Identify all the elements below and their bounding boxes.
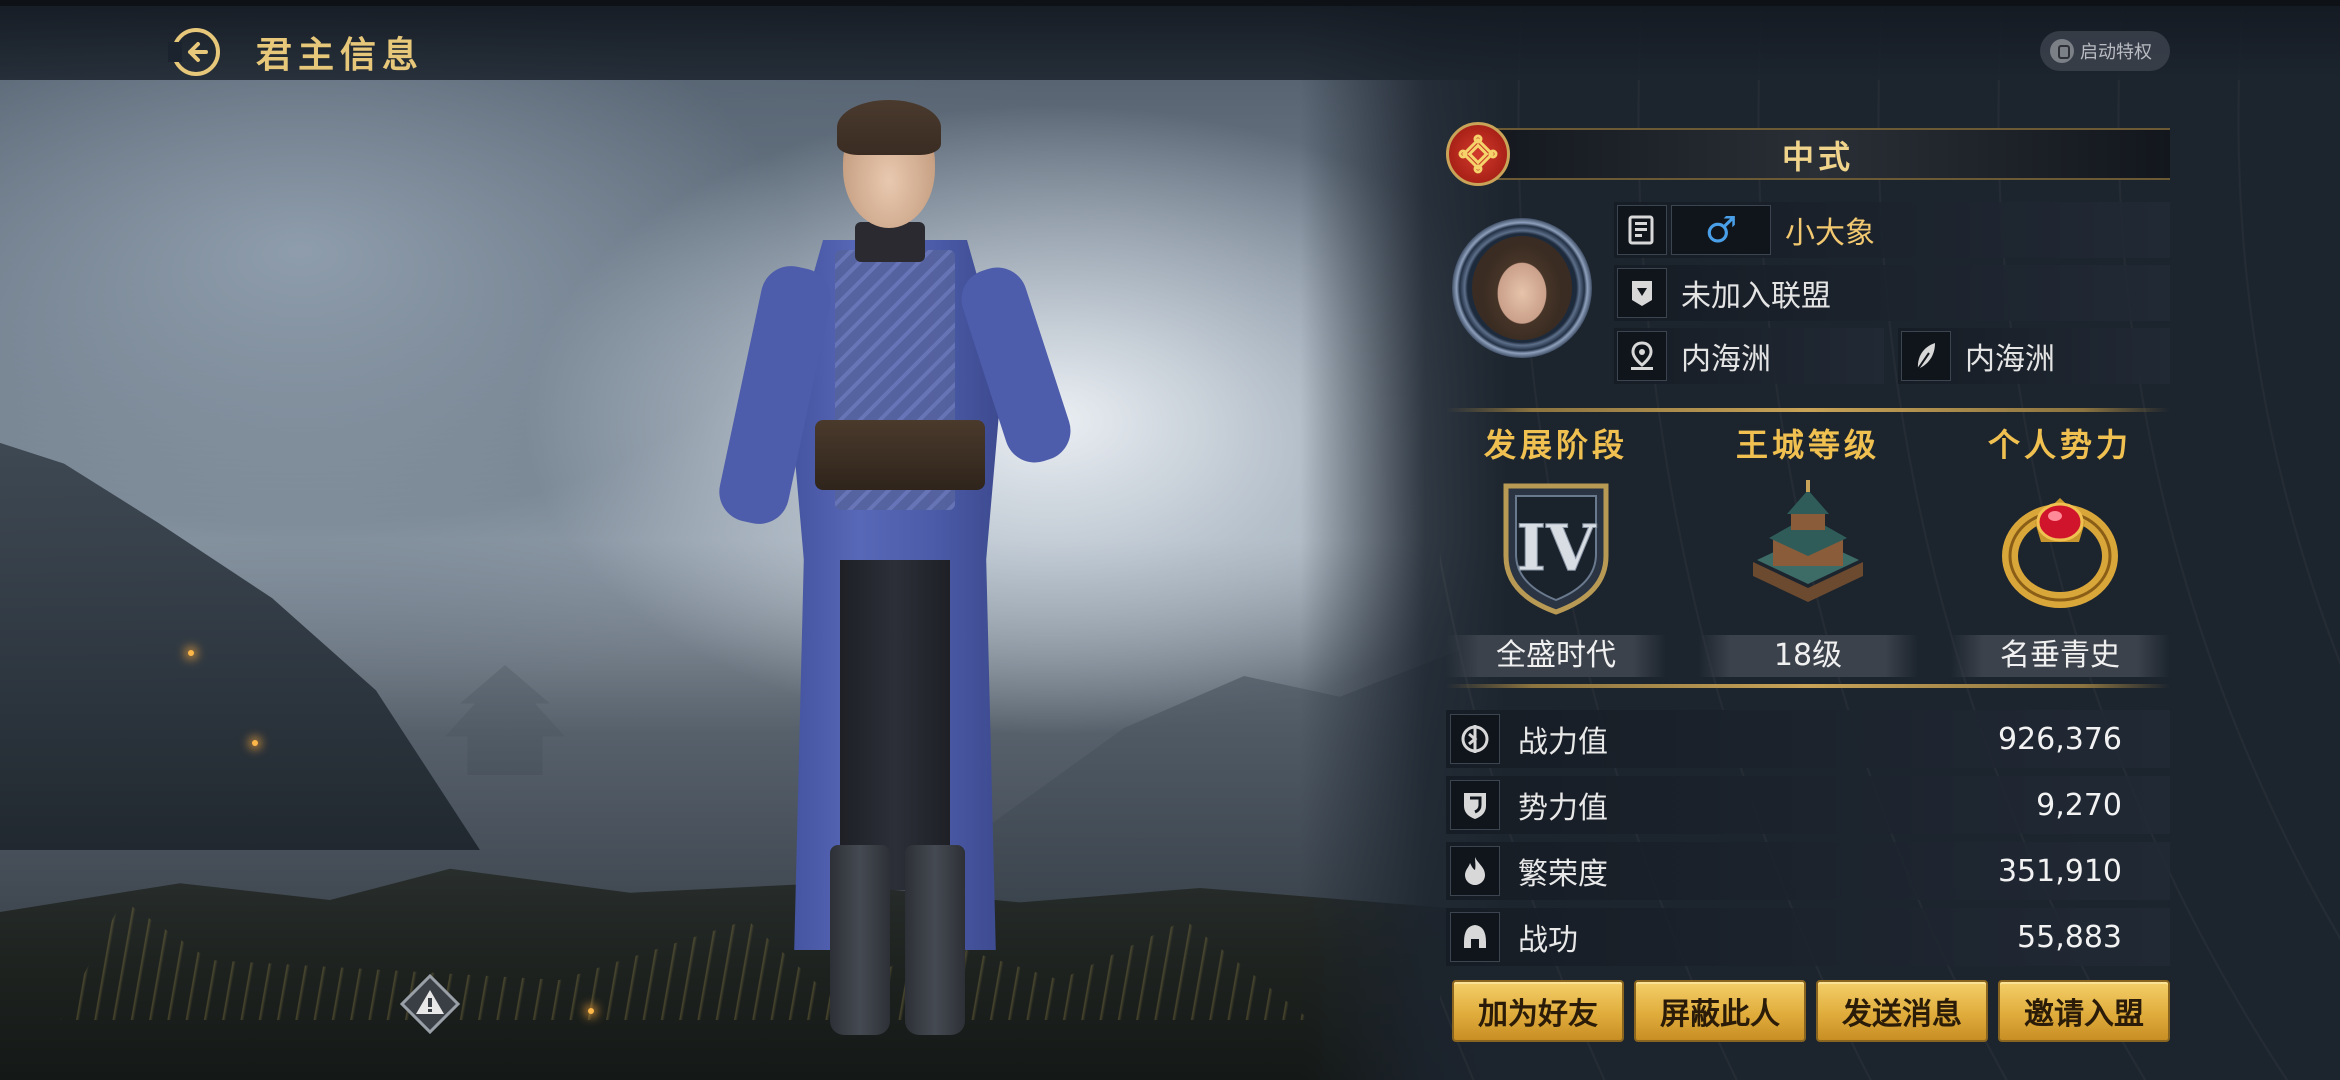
privilege-label: 启动特权 bbox=[2080, 42, 2152, 63]
ruby-ring-icon bbox=[2002, 498, 2118, 608]
metric-value: 9,270 bbox=[2036, 787, 2122, 823]
id-card-icon[interactable] bbox=[1617, 205, 1667, 255]
region-row: 内海洲 bbox=[1614, 328, 1884, 384]
chinese-knot-icon[interactable] bbox=[1446, 122, 1510, 186]
character-boot bbox=[830, 845, 890, 1035]
avatar[interactable] bbox=[1452, 218, 1592, 364]
invite-alliance-button[interactable]: 邀请入盟 bbox=[1998, 980, 2170, 1042]
origin-name: 内海洲 bbox=[1965, 342, 2055, 377]
metric-name: 势力值 bbox=[1518, 791, 1608, 826]
metric-value: 926,376 bbox=[1997, 721, 2122, 757]
location-pin-icon bbox=[1617, 331, 1667, 381]
svg-text:IV: IV bbox=[1516, 511, 1597, 586]
alliance-status: 未加入联盟 bbox=[1681, 279, 1831, 314]
culture-style-label: 中式 bbox=[1781, 138, 1854, 176]
send-message-button[interactable]: 发送消息 bbox=[1816, 980, 1988, 1042]
top-bar: 君主信息 启动特权 bbox=[0, 0, 2340, 80]
add-friend-button[interactable]: 加为好友 bbox=[1452, 980, 1624, 1042]
alliance-row: 未加入联盟 bbox=[1614, 265, 2170, 321]
stage-label: 发展阶段 bbox=[1483, 426, 1628, 464]
mountain-left bbox=[0, 430, 480, 850]
city-level-label: 王城等级 bbox=[1735, 426, 1880, 464]
personal-power-label: 个人势力 bbox=[1987, 426, 2132, 464]
personal-power-value: 名垂青史 bbox=[1950, 635, 2170, 677]
flame-icon bbox=[1450, 846, 1500, 896]
player-name: 小大象 bbox=[1785, 216, 1875, 251]
metric-row-combat-power: 战力值 926,376 bbox=[1446, 710, 2170, 768]
origin-row: 内海洲 bbox=[1898, 328, 2170, 384]
distant-pagoda bbox=[445, 665, 565, 775]
city-level[interactable]: 王城等级 18级 bbox=[1698, 420, 1918, 690]
metric-name: 战功 bbox=[1518, 923, 1578, 958]
report-button[interactable] bbox=[399, 973, 461, 1035]
city-level-value: 18级 bbox=[1698, 635, 1918, 677]
metric-row-influence: 势力值 9,270 bbox=[1446, 776, 2170, 834]
alliance-banner-icon bbox=[1617, 268, 1667, 318]
back-button[interactable] bbox=[168, 24, 224, 80]
character-hair bbox=[837, 100, 941, 155]
avatar-portrait bbox=[1472, 236, 1572, 340]
lord-info-panel: 中式 ♂ 小大象 未加入联盟 内海洲 内海洲 发展阶段 IV 全盛时代 王城等级… bbox=[1446, 118, 2170, 1048]
combat-power-icon bbox=[1450, 714, 1500, 764]
character-boot bbox=[905, 845, 965, 1035]
metric-row-merit: 战功 55,883 bbox=[1446, 908, 2170, 966]
action-bar: 加为好友 屏蔽此人 发送消息 邀请入盟 bbox=[1452, 980, 2170, 1042]
metric-value: 55,883 bbox=[2017, 919, 2122, 955]
helmet-icon bbox=[1450, 912, 1500, 962]
player-name-row: ♂ 小大象 bbox=[1614, 202, 2170, 258]
culture-style-header: 中式 bbox=[1446, 122, 2170, 186]
metric-row-prosperity: 繁荣度 351,910 bbox=[1446, 842, 2170, 900]
metric-name: 战力值 bbox=[1518, 725, 1608, 760]
gold-divider bbox=[1446, 684, 2170, 688]
ember bbox=[588, 1008, 594, 1014]
gold-divider bbox=[1446, 408, 2170, 412]
character-legs bbox=[840, 560, 950, 890]
back-arrow-icon bbox=[168, 28, 220, 76]
privilege-button[interactable]: 启动特权 bbox=[2040, 31, 2170, 71]
lord-character-model[interactable] bbox=[713, 100, 1079, 1045]
character-collar bbox=[855, 222, 925, 262]
lock-icon bbox=[2050, 39, 2074, 63]
character-belt bbox=[815, 420, 985, 490]
warning-icon bbox=[399, 973, 461, 1035]
region-name: 内海洲 bbox=[1681, 342, 1771, 377]
stage-badge-icon: IV bbox=[1503, 483, 1609, 615]
block-player-button[interactable]: 屏蔽此人 bbox=[1634, 980, 1806, 1042]
ember bbox=[188, 650, 194, 656]
shield-icon bbox=[1450, 780, 1500, 830]
stage-value: 全盛时代 bbox=[1446, 635, 1666, 677]
castle-icon bbox=[1753, 480, 1863, 602]
ember bbox=[252, 740, 258, 746]
personal-power[interactable]: 个人势力 名垂青史 bbox=[1950, 420, 2170, 690]
feather-icon bbox=[1901, 331, 1951, 381]
metric-value: 351,910 bbox=[1997, 853, 2122, 889]
page-title: 君主信息 bbox=[256, 35, 425, 76]
metric-name: 繁荣度 bbox=[1518, 857, 1608, 892]
development-stage[interactable]: 发展阶段 IV 全盛时代 bbox=[1446, 420, 1666, 690]
male-gender-icon: ♂ bbox=[1671, 205, 1771, 255]
